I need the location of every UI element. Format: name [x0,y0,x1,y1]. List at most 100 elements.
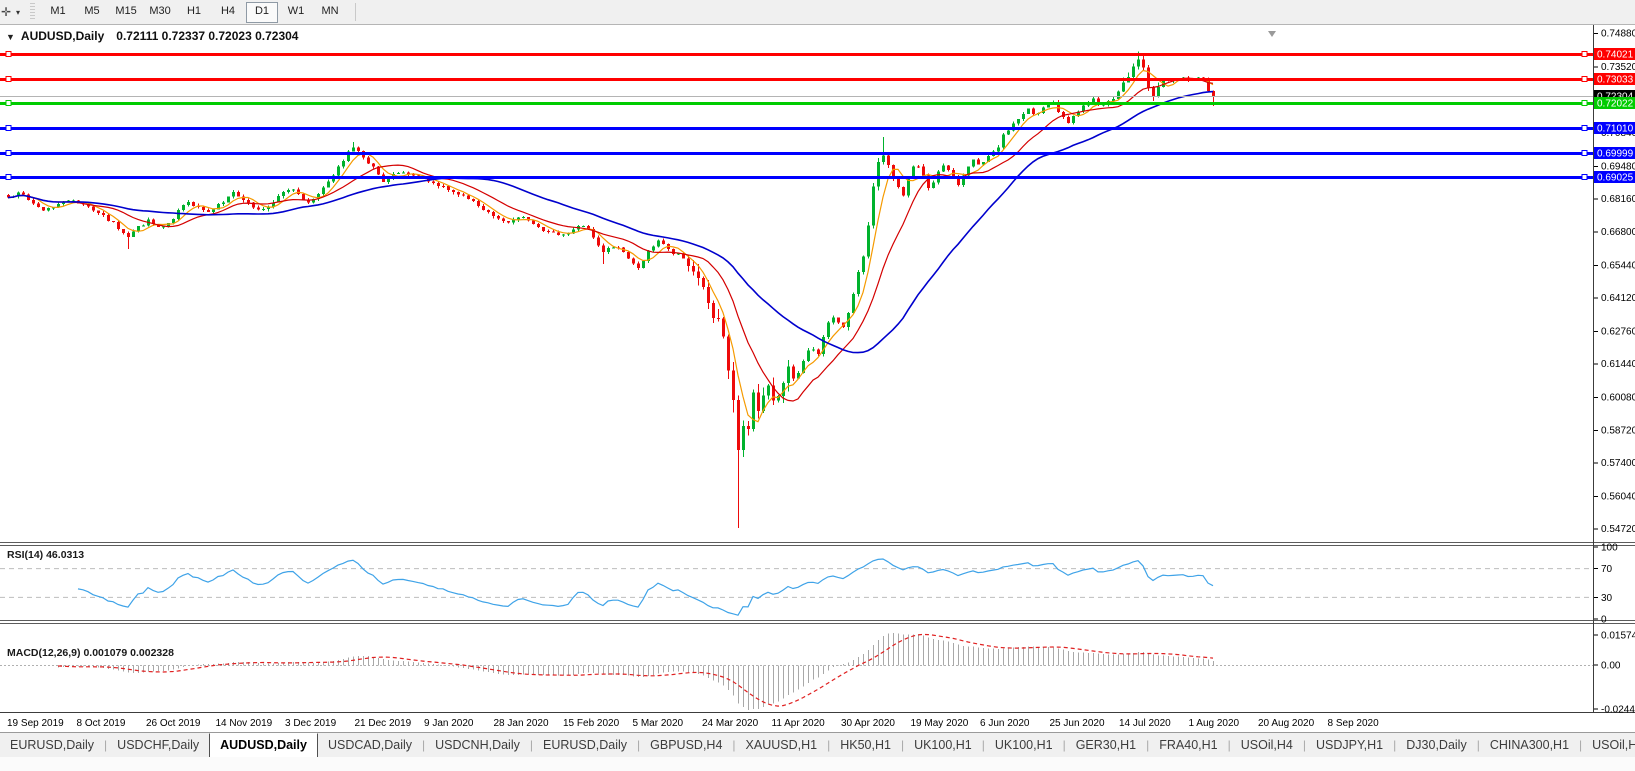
hline-handle [6,52,11,57]
svg-text:70: 70 [1601,564,1613,575]
timeframe-button-m1[interactable]: M1 [42,2,74,23]
chart-tab-usdcnh-daily[interactable]: USDCNH,Daily [425,735,530,756]
svg-text:0.62760: 0.62760 [1601,326,1635,337]
timeframe-button-d1[interactable]: D1 [246,2,278,23]
hline-handle [6,175,11,180]
svg-text:0.54720: 0.54720 [1601,524,1635,535]
svg-text:0.73033: 0.73033 [1597,75,1634,86]
price-label-0.71010: 0.71010 [1594,122,1635,135]
svg-text:0.58720: 0.58720 [1601,426,1635,437]
hline-handle [6,126,11,131]
chart-title-symbol: AUDUSD,Daily [21,29,104,43]
svg-text:0.66800: 0.66800 [1601,227,1635,238]
chart-tab-china300-h1[interactable]: CHINA300,H1 [1480,735,1579,756]
svg-text:0.65440: 0.65440 [1601,261,1635,272]
price-chart-canvas[interactable]: 0.748800.735200.721600.708400.694800.681… [0,25,1635,732]
svg-text:26 Oct 2019: 26 Oct 2019 [146,718,201,729]
chart-tab-usoil-h1[interactable]: USOil,H1 [1582,735,1635,756]
svg-text:0.57400: 0.57400 [1601,458,1635,469]
chart-tab-hk50-h1[interactable]: HK50,H1 [830,735,901,756]
svg-text:0.74021: 0.74021 [1597,50,1634,61]
hline-handle [6,101,11,106]
timeframe-button-w1[interactable]: W1 [280,2,312,23]
svg-text:0.00: 0.00 [1601,661,1621,672]
svg-text:1 Aug 2020: 1 Aug 2020 [1189,718,1240,729]
svg-text:19 Sep 2019: 19 Sep 2019 [7,718,64,729]
svg-text:25 Jun 2020: 25 Jun 2020 [1050,718,1105,729]
chart-tab-uk100-h1[interactable]: UK100,H1 [985,735,1063,756]
toolbar-grip-handle[interactable] [30,3,35,21]
chart-tab-xauusd-h1[interactable]: XAUUSD,H1 [736,735,828,756]
chart-tab-gbpusd-h4[interactable]: GBPUSD,H4 [640,735,732,756]
price-label-0.69025: 0.69025 [1594,171,1635,184]
chart-tab-usdchf-daily[interactable]: USDCHF,Daily [107,735,209,756]
svg-text:28 Jan 2020: 28 Jan 2020 [494,718,549,729]
hline-handle [1582,151,1587,156]
svg-text:0: 0 [1601,615,1607,626]
cursor-tool-icon[interactable]: ✛ [0,3,16,21]
mt4-window: ✛ ▾ M1M5M15M30H1H4D1W1MN 0.748800.735200… [0,0,1635,771]
toolbar-separator [355,3,356,21]
chart-title: ▼ AUDUSD,Daily 0.72111 0.72337 0.72023 0.7… [6,29,298,43]
timeframe-button-m5[interactable]: M5 [76,2,108,23]
chart-tab-audusd-daily[interactable]: AUDUSD,Daily [209,733,318,758]
rsi-indicator-label: RSI(14) 46.0313 [7,549,84,561]
svg-text:0.69025: 0.69025 [1597,173,1634,184]
chart-tab-usoil-h4[interactable]: USOil,H4 [1231,735,1303,756]
svg-text:30: 30 [1601,593,1613,604]
svg-text:20 Aug 2020: 20 Aug 2020 [1258,718,1315,729]
svg-text:21 Dec 2019: 21 Dec 2019 [355,718,412,729]
price-label-0.69999: 0.69999 [1594,147,1635,160]
timeframe-button-h1[interactable]: H1 [178,2,210,23]
timeframe-button-h4[interactable]: H4 [212,2,244,23]
svg-text:0.64120: 0.64120 [1601,293,1635,304]
chart-tab-ger30-h1[interactable]: GER30,H1 [1066,735,1146,756]
chart-tab-dj30-daily[interactable]: DJ30,Daily [1396,735,1476,756]
svg-text:5 Mar 2020: 5 Mar 2020 [633,718,684,729]
chart-tab-eurusd-daily[interactable]: EURUSD,Daily [533,735,637,756]
timeframe-button-m15[interactable]: M15 [110,2,142,23]
svg-text:19 May 2020: 19 May 2020 [911,718,969,729]
hline-handle [1582,126,1587,131]
svg-text:0.71010: 0.71010 [1597,124,1634,135]
timeframe-button-mn[interactable]: MN [314,2,346,23]
svg-text:100: 100 [1601,543,1618,554]
svg-text:0.68160: 0.68160 [1601,194,1635,205]
hline-handle [1582,101,1587,106]
svg-text:8 Sep 2020: 8 Sep 2020 [1328,718,1380,729]
chart-tab-eurusd-daily[interactable]: EURUSD,Daily [0,735,104,756]
svg-text:9 Jan 2020: 9 Jan 2020 [424,718,474,729]
svg-text:0.69999: 0.69999 [1597,149,1634,160]
svg-text:6 Jun 2020: 6 Jun 2020 [980,718,1030,729]
timeframe-button-m30[interactable]: M30 [144,2,176,23]
svg-text:0.69480: 0.69480 [1601,161,1635,172]
svg-text:11 Apr 2020: 11 Apr 2020 [772,718,826,729]
chart-tab-usdcad-daily[interactable]: USDCAD,Daily [318,735,422,756]
svg-text:24 Mar 2020: 24 Mar 2020 [702,718,759,729]
macd-indicator-label: MACD(12,26,9) 0.001079 0.002328 [7,647,174,659]
price-label-0.73033: 0.73033 [1594,73,1635,86]
svg-text:15 Feb 2020: 15 Feb 2020 [563,718,620,729]
chart-tab-usdjpy-h1[interactable]: USDJPY,H1 [1306,735,1393,756]
chart-tab-bar: EURUSD,Daily|USDCHF,DailyAUDUSD,DailyUSD… [0,732,1635,758]
hline-handle [6,77,11,82]
chart-menu-triangle-icon[interactable]: ▼ [6,32,15,42]
hline-handle [1582,175,1587,180]
price-label-0.74021: 0.74021 [1594,48,1635,61]
hline-handle [1582,77,1587,82]
hline-handle [1582,52,1587,57]
chart-tab-uk100-h1[interactable]: UK100,H1 [904,735,982,756]
chart-tab-fra40-h1[interactable]: FRA40,H1 [1149,735,1227,756]
svg-text:0.60080: 0.60080 [1601,392,1635,403]
hline-handle [6,151,11,156]
svg-text:0.015741: 0.015741 [1601,631,1635,642]
svg-text:3 Dec 2019: 3 Dec 2019 [285,718,337,729]
price-label-0.72022: 0.72022 [1594,97,1635,110]
svg-text:0.56040: 0.56040 [1601,492,1635,503]
chart-window: 0.748800.735200.721600.708400.694800.681… [0,25,1635,732]
svg-text:14 Nov 2019: 14 Nov 2019 [216,718,273,729]
chart-title-ohlc: 0.72111 0.72337 0.72023 0.72304 [116,29,298,43]
svg-text:30 Apr 2020: 30 Apr 2020 [841,718,895,729]
chevron-down-icon[interactable]: ▾ [16,8,20,17]
svg-text:8 Oct 2019: 8 Oct 2019 [77,718,126,729]
